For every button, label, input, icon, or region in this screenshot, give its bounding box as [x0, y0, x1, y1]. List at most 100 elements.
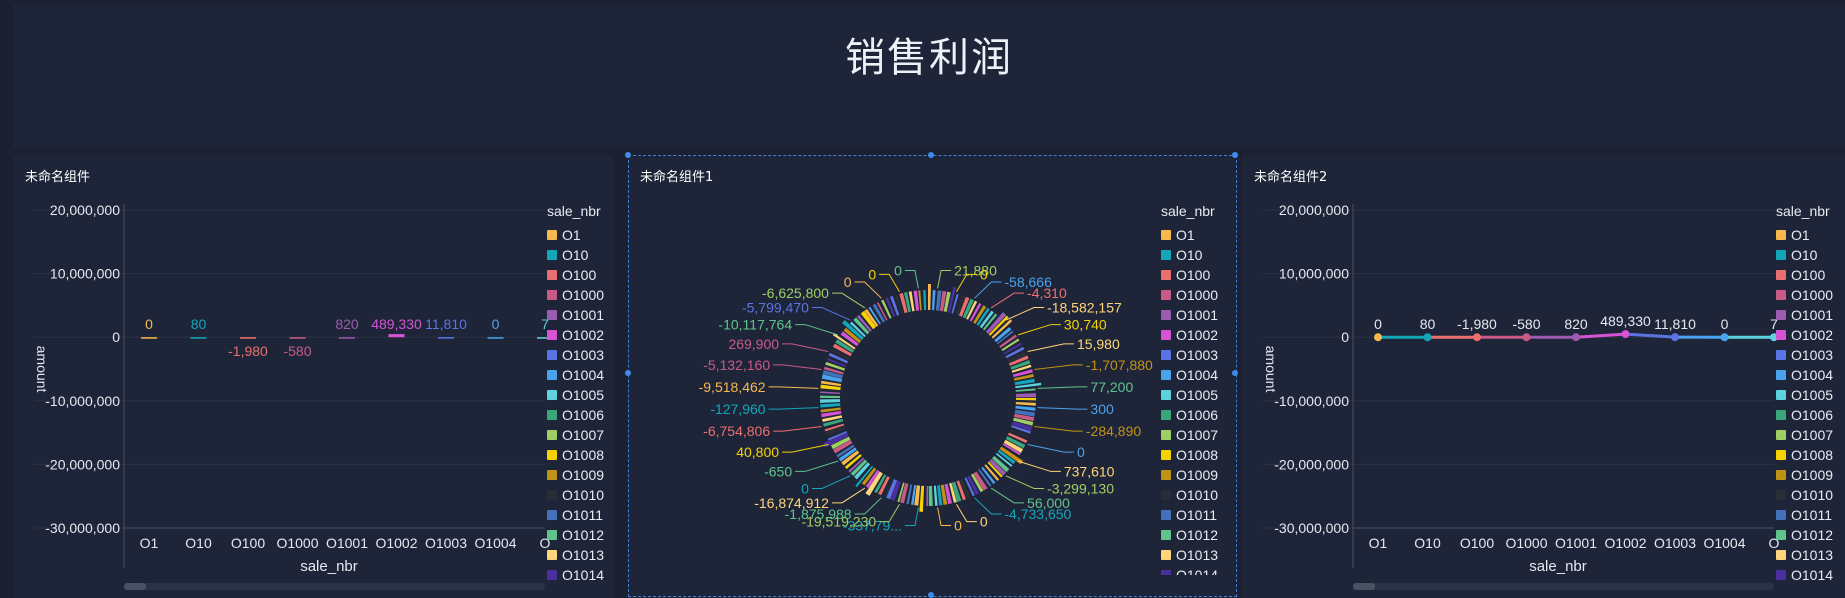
legend-item[interactable]: O1001 — [547, 305, 604, 325]
donut-slice — [1015, 388, 1036, 392]
donut-chart: 21,8800 -58,666-4,310-18,582,15730,74015,… — [699, 262, 1153, 534]
legend-label: O1012 — [562, 527, 605, 543]
label-leader — [1027, 443, 1074, 453]
slice-label: 30,740 — [1064, 317, 1107, 333]
legend-label: O1007 — [1791, 427, 1834, 443]
line-chart-panel[interactable]: 未命名组件2 20,000,000 10,000,000 0 -10,000,000-… — [1242, 155, 1845, 598]
legend-label: O1000 — [1176, 287, 1219, 303]
legend-label: O1006 — [1176, 407, 1219, 423]
legend-item[interactable]: O1004 — [1161, 365, 1218, 385]
legend-item[interactable]: O1001 — [1776, 305, 1833, 325]
legend-item[interactable]: O1009 — [547, 465, 604, 485]
donut-slice — [1015, 405, 1036, 411]
y-tick-label: -10,000,000 — [45, 393, 120, 409]
bar — [240, 337, 256, 339]
legend-item[interactable]: O100 — [547, 265, 604, 285]
legend-item[interactable]: O1007 — [1161, 425, 1218, 445]
legend-item[interactable]: O1011 — [1776, 505, 1833, 525]
legend-item[interactable]: O1005 — [1161, 385, 1218, 405]
resize-handle[interactable] — [928, 592, 934, 598]
legend-item[interactable]: O1008 — [547, 445, 604, 465]
legend-item[interactable]: O1012 — [547, 525, 604, 545]
x-tick-label: O1001 — [326, 535, 368, 551]
legend-label: O10 — [1791, 247, 1818, 263]
legend-item[interactable]: O1007 — [1776, 425, 1833, 445]
legend-item[interactable]: O1003 — [547, 345, 604, 365]
legend-item[interactable]: O1004 — [1776, 365, 1833, 385]
resize-handle[interactable] — [928, 152, 934, 158]
resize-handle[interactable] — [625, 152, 631, 158]
legend-item[interactable]: O100 — [1161, 265, 1218, 285]
resize-handle[interactable] — [625, 370, 631, 376]
legend-item[interactable]: O1 — [1161, 225, 1218, 245]
legend-item[interactable]: O1010 — [1161, 485, 1218, 505]
legend-item[interactable]: O1009 — [1776, 465, 1833, 485]
label-leader — [768, 386, 819, 389]
legend-item[interactable]: O1008 — [1776, 445, 1833, 465]
legend-item[interactable]: O1008 — [1161, 445, 1218, 465]
legend-item[interactable]: O1004 — [547, 365, 604, 385]
legend-swatch — [1776, 470, 1786, 480]
legend-item[interactable]: O1010 — [547, 485, 604, 505]
slice-label: 0 — [954, 518, 962, 534]
legend-item[interactable]: O1003 — [1161, 345, 1218, 365]
legend-label: O1 — [562, 227, 581, 243]
y-tick-label: 0 — [1341, 329, 1349, 345]
donut-chart-legend[interactable]: sale_nbr O1 O10 O100 O1000 O1001 O1002 O1003 O10… — [1161, 203, 1218, 575]
legend-item[interactable]: O1 — [547, 225, 604, 245]
legend-item[interactable]: O1001 — [1161, 305, 1218, 325]
legend-label: O1013 — [1791, 547, 1834, 563]
legend-label: O1004 — [1791, 367, 1834, 383]
legend-swatch — [547, 250, 557, 260]
legend-item[interactable]: O100 — [1776, 265, 1833, 285]
slice-label: -9,518,462 — [699, 379, 766, 395]
x-tick-label: O10 — [185, 535, 212, 551]
legend-item[interactable]: O1006 — [1161, 405, 1218, 425]
legend-item[interactable]: O1002 — [1161, 325, 1218, 345]
legend-label: O1008 — [1176, 447, 1219, 463]
legend-item[interactable]: O1000 — [547, 285, 604, 305]
bar-chart-panel[interactable]: 未命名组件 20,000,000 10,000,000 0 -10,000,000 -2… — [13, 155, 613, 598]
legend-item[interactable]: O1002 — [1776, 325, 1833, 345]
donut-slice — [820, 403, 841, 408]
legend-item[interactable]: O1014 — [1776, 565, 1833, 585]
legend-item[interactable]: O1006 — [547, 405, 604, 425]
legend-item[interactable]: O1014 — [1161, 565, 1218, 575]
line-chart-legend[interactable]: sale_nbr O1 O10 O100 O1000 O1001 O1002 O1003 O10… — [1776, 203, 1833, 585]
legend-item[interactable]: O1005 — [1776, 385, 1833, 405]
legend-item[interactable]: O1009 — [1161, 465, 1218, 485]
resize-handle[interactable] — [1232, 370, 1238, 376]
legend-item[interactable]: O1002 — [547, 325, 604, 345]
donut-chart-panel[interactable]: 未命名组件1 21,880 0 -58,666 -4,310 -18,582,157 30… — [628, 155, 1235, 598]
legend-item[interactable]: O1000 — [1161, 285, 1218, 305]
legend-item[interactable]: O1013 — [1161, 545, 1218, 565]
legend-label: O1008 — [1791, 447, 1834, 463]
legend-item[interactable]: O10 — [547, 245, 604, 265]
legend-item[interactable]: O1003 — [1776, 345, 1833, 365]
donut-slice — [1015, 401, 1036, 406]
legend-label: O1012 — [1791, 527, 1834, 543]
label-leader — [990, 292, 1025, 309]
legend-item[interactable]: O1013 — [547, 545, 604, 565]
legend-item[interactable]: O1010 — [1776, 485, 1833, 505]
legend-item[interactable]: O1 — [1776, 225, 1833, 245]
legend-item[interactable]: O1012 — [1776, 525, 1833, 545]
legend-item[interactable]: O10 — [1161, 245, 1218, 265]
legend-swatch — [1776, 290, 1786, 300]
legend-item[interactable]: O1000 — [1776, 285, 1833, 305]
bar-chart-legend[interactable]: sale_nbr O1 O10 O100 O1000 O1001 O1002 O1003 O10… — [547, 203, 604, 585]
resize-handle[interactable] — [1232, 152, 1238, 158]
line-chart: 20,000,000 10,000,000 0 -10,000,000 -20,000,… — [1263, 202, 1780, 590]
legend-item[interactable]: O1011 — [547, 505, 604, 525]
bar — [289, 337, 306, 339]
legend-swatch — [1776, 270, 1786, 280]
legend-item[interactable]: O1013 — [1776, 545, 1833, 565]
legend-item[interactable]: O1006 — [1776, 405, 1833, 425]
legend-item[interactable]: O1007 — [547, 425, 604, 445]
legend-item[interactable]: O1014 — [547, 565, 604, 585]
legend-item[interactable]: O1011 — [1161, 505, 1218, 525]
legend-item[interactable]: O10 — [1776, 245, 1833, 265]
legend-item[interactable]: O1012 — [1161, 525, 1218, 545]
legend-item[interactable]: O1005 — [547, 385, 604, 405]
donut-slice — [923, 290, 927, 311]
